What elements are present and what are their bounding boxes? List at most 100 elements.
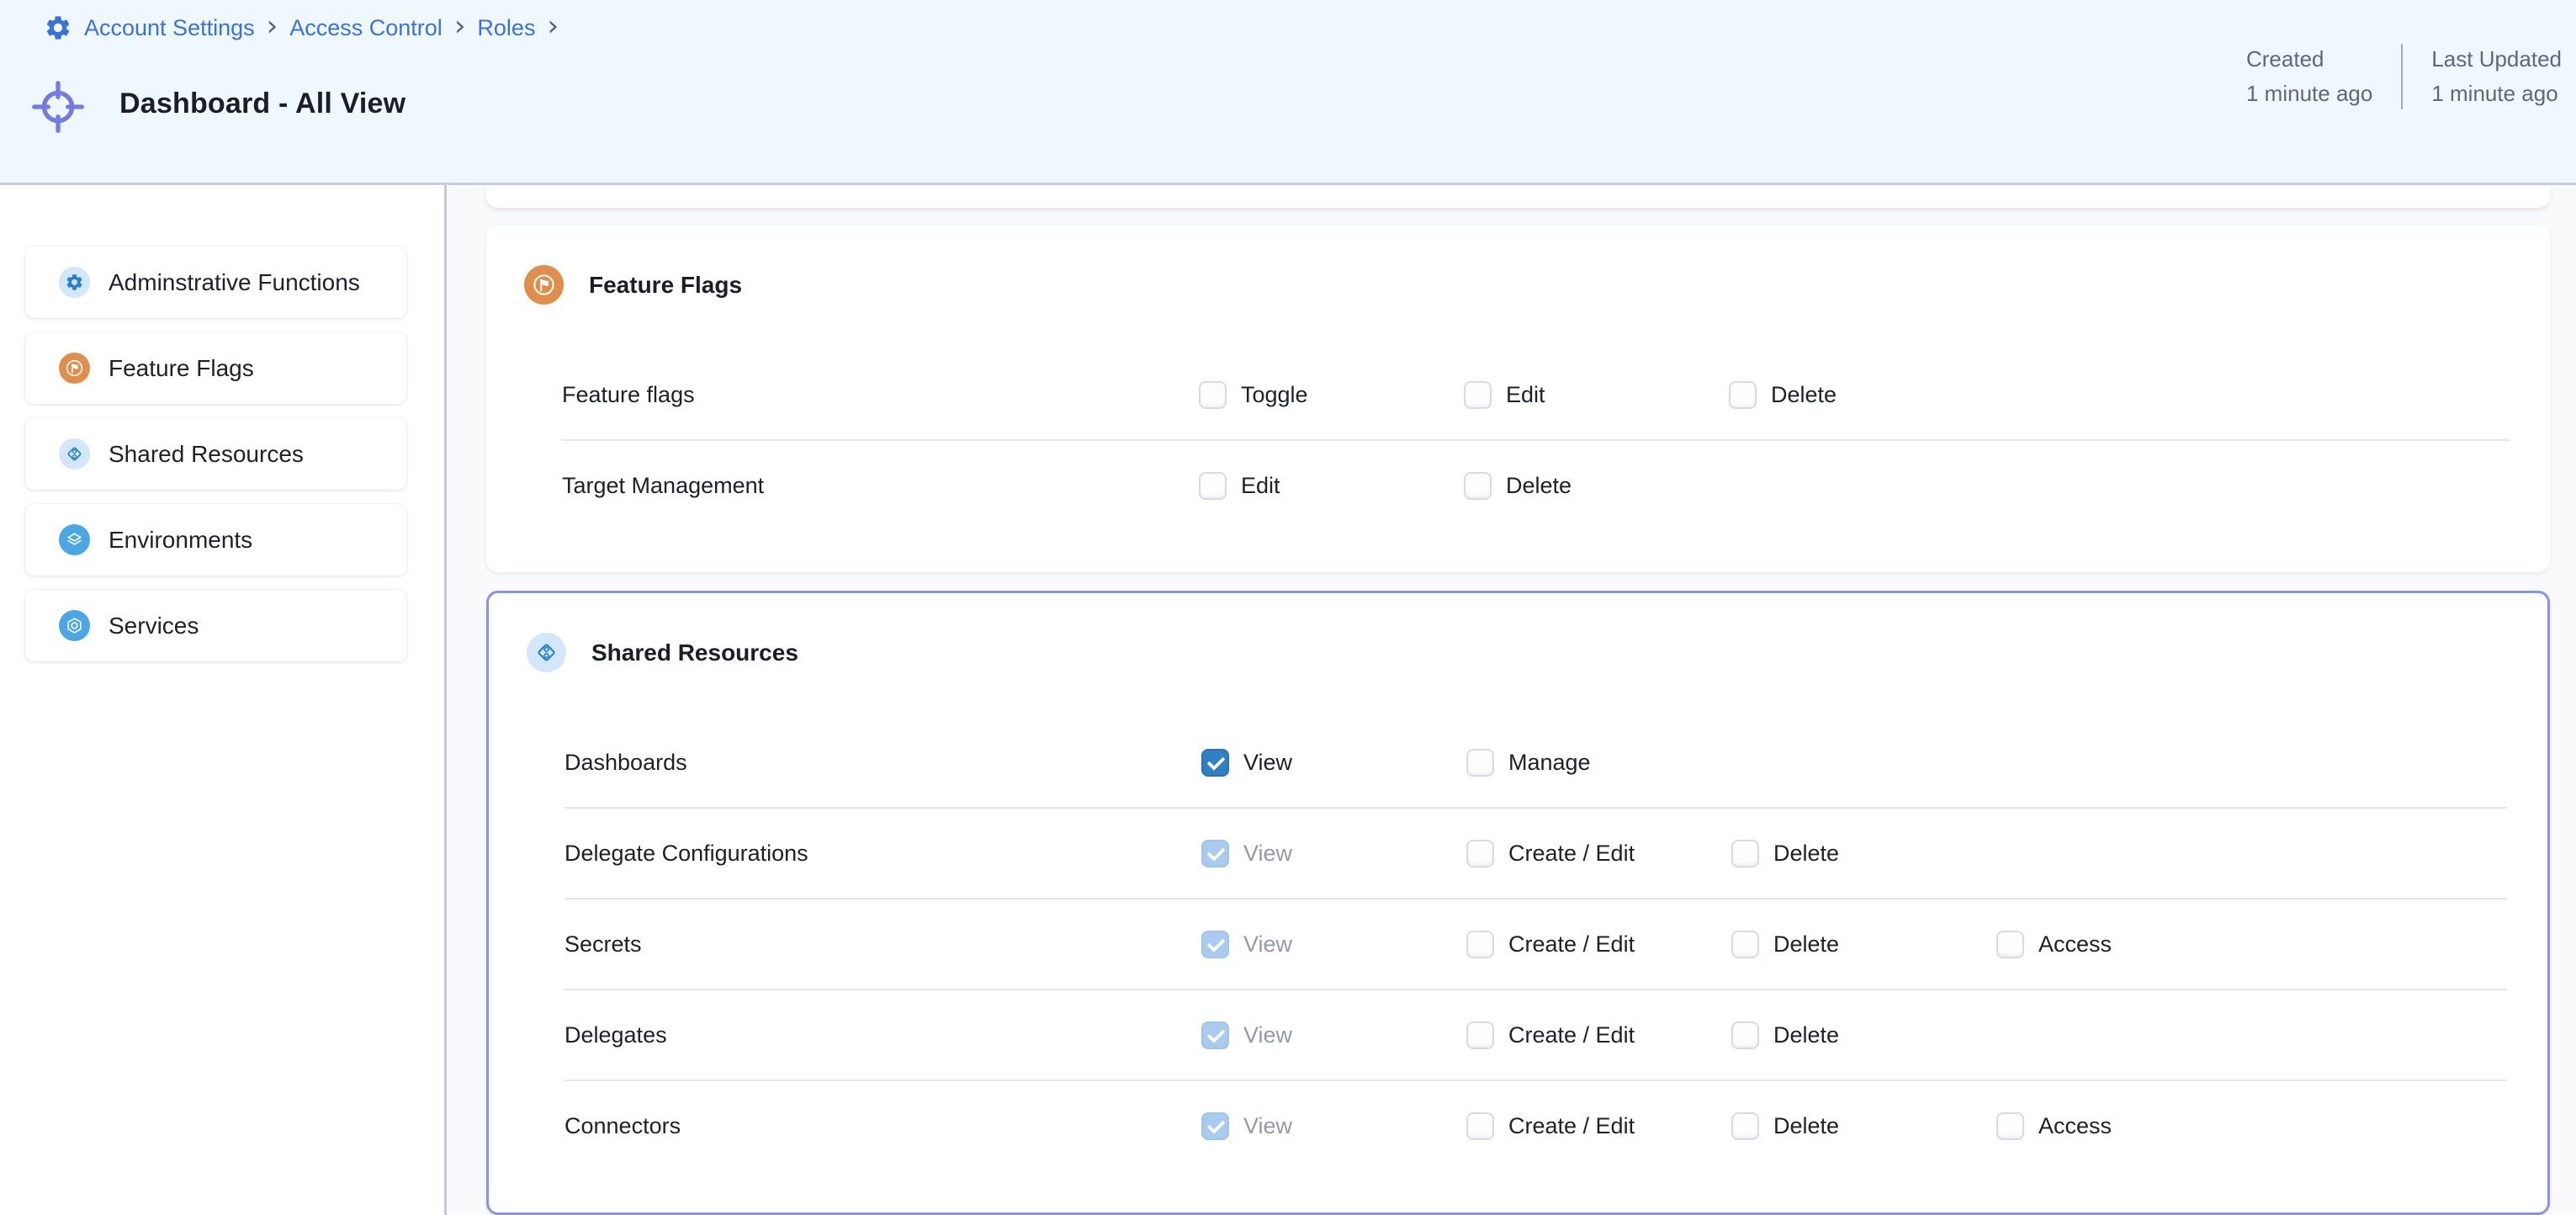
permission-label[interactable]: Edit (1506, 382, 1545, 408)
checkbox-create-edit[interactable] (1466, 1112, 1494, 1140)
permission-label[interactable]: Create / Edit (1508, 931, 1635, 958)
checkbox-edit[interactable] (1464, 381, 1492, 409)
permission-label[interactable]: View (1243, 841, 1292, 867)
card-header: Feature Flags (486, 225, 2550, 350)
row-label: Delegate Configurations (564, 841, 1201, 867)
breadcrumb-link-account-settings[interactable]: Account Settings (84, 15, 255, 41)
checkbox-view[interactable] (1201, 840, 1229, 867)
sidebar-item-label: Feature Flags (109, 355, 254, 382)
row-label: Delegates (564, 1022, 1201, 1048)
permission-row-secrets: SecretsViewCreate / EditDeleteAccess (564, 899, 2507, 990)
checkbox-view[interactable] (1201, 931, 1229, 958)
checkbox-delete[interactable] (1464, 472, 1492, 500)
permission-label[interactable]: Delete (1773, 841, 1839, 867)
chevron-right-icon: › (547, 12, 559, 40)
permission-row-dashboards: Dashboards View Manage (564, 718, 2507, 809)
checkbox-create-edit[interactable] (1466, 840, 1494, 867)
permission-create-edit: Create / Edit (1466, 1021, 1731, 1049)
row-label: Target Management (562, 473, 1199, 499)
permission-label[interactable]: Create / Edit (1508, 1022, 1635, 1048)
permission-create-edit: Create / Edit (1466, 1112, 1731, 1140)
permission-rows: Dashboards View Manage Delegate Configurati… (564, 718, 2507, 1170)
permission-label[interactable]: Create / Edit (1508, 1113, 1635, 1139)
gear-icon (59, 267, 90, 298)
chevron-right-icon: › (454, 12, 466, 40)
permission-label[interactable]: Access (2038, 931, 2112, 958)
checkbox-create-edit[interactable] (1466, 1021, 1494, 1049)
page-header: Account Settings › Access Control › Roles › D… (0, 0, 2576, 185)
permission-label[interactable]: Delete (1773, 931, 1839, 958)
sidebar-item-label: Services (109, 613, 199, 639)
flag-icon (524, 265, 564, 305)
permission-rows: Feature flagsToggleEditDeleteTarget Mana… (562, 350, 2510, 530)
permission-row-delegate-configurations: Delegate Configurations View Create / Edit… (564, 809, 2507, 899)
permission-view: View (1201, 840, 1466, 867)
checkbox-delete[interactable] (1731, 1112, 1759, 1140)
checkbox-view[interactable] (1201, 1112, 1229, 1140)
permission-label[interactable]: View (1243, 1113, 1292, 1139)
settings-gear-icon (44, 13, 72, 42)
sidebar-item-feature-flags[interactable]: Feature Flags (25, 332, 406, 404)
checkbox-delete[interactable] (1731, 931, 1759, 958)
last-updated-label: Last Updated (2431, 42, 2562, 77)
permission-delete: Delete (1464, 472, 1729, 500)
meta-info: Created 1 minute ago Last Updated 1 minu… (2246, 42, 2562, 111)
checkbox-manage[interactable] (1466, 749, 1494, 777)
checkbox-toggle[interactable] (1199, 381, 1227, 409)
last-updated-value: 1 minute ago (2431, 77, 2562, 111)
permission-label[interactable]: Access (2038, 1113, 2112, 1139)
checkbox-view[interactable] (1201, 1021, 1229, 1049)
permission-view: View (1201, 1112, 1466, 1140)
checkbox-delete[interactable] (1729, 381, 1757, 409)
permission-toggle: Toggle (1199, 381, 1464, 409)
sidebar-item-services[interactable]: Services (25, 590, 406, 661)
resource-group-sidebar: Adminstrative Functions Feature Flags Shar… (0, 185, 447, 1215)
sidebar-item-adminstrative-functions[interactable]: Adminstrative Functions (25, 247, 406, 318)
permission-label[interactable]: View (1243, 750, 1292, 776)
permission-label[interactable]: Edit (1241, 473, 1280, 499)
resources-icon (527, 633, 566, 672)
breadcrumb-link-access-control[interactable]: Access Control (289, 15, 443, 41)
card-header: Shared Resources (489, 593, 2547, 718)
app-window: Account Settings › Access Control › Roles › D… (0, 0, 2576, 1215)
checkbox-access[interactable] (1996, 931, 2024, 958)
card-title: Shared Resources (591, 639, 798, 666)
created-block: Created 1 minute ago (2246, 42, 2372, 111)
card-title: Feature Flags (589, 272, 742, 299)
checkbox-edit[interactable] (1199, 472, 1227, 500)
permission-label[interactable]: View (1243, 931, 1292, 958)
checkbox-delete[interactable] (1731, 1021, 1759, 1049)
sidebar-item-label: Environments (109, 527, 252, 554)
page-title: Dashboard - All View (119, 88, 405, 120)
sidebar-item-environments[interactable]: Environments (25, 504, 406, 576)
main-content[interactable]: Feature FlagsFeature flagsToggleEditDele… (447, 185, 2576, 1215)
checkbox-view[interactable] (1201, 749, 1229, 777)
meta-divider (2401, 44, 2403, 109)
breadcrumb-link-roles[interactable]: Roles (477, 15, 535, 41)
permission-label[interactable]: Manage (1508, 750, 1591, 776)
resources-icon (59, 438, 90, 470)
permission-label[interactable]: Delete (1506, 473, 1572, 499)
permission-row-delegates: Delegates View Create / Edit Delete (564, 990, 2507, 1081)
permission-label[interactable]: Create / Edit (1508, 841, 1635, 867)
permission-label[interactable]: Toggle (1241, 382, 1308, 408)
checkbox-delete[interactable] (1731, 840, 1759, 867)
permission-delete: Delete (1731, 840, 1996, 867)
permission-label[interactable]: Delete (1773, 1022, 1839, 1048)
permission-view: View (1201, 931, 1466, 958)
permission-create-edit: Create / Edit (1466, 840, 1731, 867)
permission-label[interactable]: View (1243, 1022, 1292, 1048)
permission-label[interactable]: Delete (1773, 1113, 1839, 1139)
chevron-right-icon: › (267, 12, 278, 40)
row-label: Dashboards (564, 750, 1201, 776)
permission-label[interactable]: Delete (1771, 382, 1837, 408)
checkbox-access[interactable] (1996, 1112, 2024, 1140)
permission-view: View (1201, 1021, 1466, 1049)
permission-view: View (1201, 749, 1466, 777)
last-updated-block: Last Updated 1 minute ago (2431, 42, 2562, 111)
permission-row-target-management: Target Management Edit Delete (562, 441, 2510, 530)
page-body: Adminstrative Functions Feature Flags Shar… (0, 185, 2576, 1215)
checkbox-create-edit[interactable] (1466, 931, 1494, 958)
sidebar-item-shared-resources[interactable]: Shared Resources (25, 418, 406, 490)
permission-delete: Delete (1731, 1021, 1996, 1049)
